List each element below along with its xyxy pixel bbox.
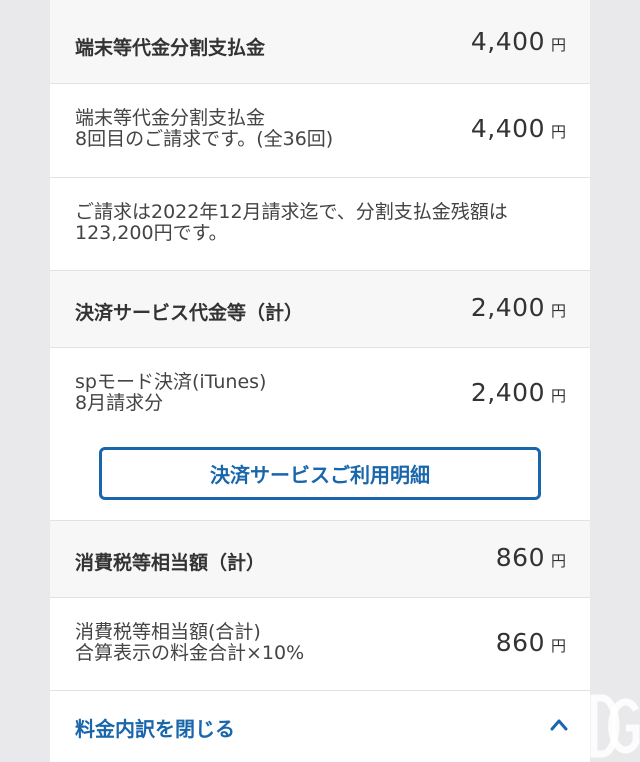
amount-value: 4,400 (470, 27, 545, 56)
device-installment-detail-label: 端末等代金分割支払金 8回目のご請求です。(全36回) (75, 107, 334, 150)
amount-value: 2,400 (470, 293, 545, 322)
currency-unit: 円 (550, 36, 566, 54)
chevron-up-icon[interactable] (550, 717, 568, 731)
payment-services-header-row: 決済サービス代金等（計） 2,400 円 (50, 271, 590, 348)
billing-detail-card: 端末等代金分割支払金 4,400 円 端末等代金分割支払金 8回目のご請求です。… (50, 0, 590, 762)
sp-mode-payment-label: spモード決済(iTunes) 8月請求分 (75, 371, 267, 414)
currency-unit: 円 (550, 302, 566, 320)
payment-service-usage-details-button[interactable]: 決済サービスご利用明細 (99, 447, 541, 500)
dg-watermark-logo (590, 694, 640, 758)
device-installment-detail-row: 端末等代金分割支払金 8回目のご請求です。(全36回) 4,400 円 (50, 84, 590, 178)
consumption-tax-header-label: 消費税等相当額（計） (75, 552, 266, 574)
payment-services-header-label: 決済サービス代金等（計） (75, 302, 304, 324)
consumption-tax-detail-label: 消費税等相当額(合計) 合算表示の料金合計×10% (75, 621, 305, 664)
currency-unit: 円 (550, 552, 566, 570)
consumption-tax-header-amount: 860 円 (496, 543, 566, 572)
consumption-tax-header-row: 消費税等相当額（計） 860 円 (50, 521, 590, 598)
device-installment-header-label: 端末等代金分割支払金 (75, 37, 266, 59)
device-installment-detail-amount: 4,400 円 (471, 114, 566, 143)
amount-value: 2,400 (470, 378, 545, 407)
close-breakdown-link[interactable]: 料金内訳を閉じる (75, 713, 235, 742)
consumption-tax-detail-amount: 860 円 (496, 628, 566, 657)
currency-unit: 円 (550, 637, 566, 655)
device-installment-header-row: 端末等代金分割支払金 4,400 円 (50, 0, 590, 84)
amount-value: 860 (495, 628, 545, 657)
currency-unit: 円 (550, 123, 566, 141)
consumption-tax-detail-row: 消費税等相当額(合計) 合算表示の料金合計×10% 860 円 (50, 598, 590, 691)
amount-value: 860 (495, 543, 545, 572)
installment-note-row: ご請求は2022年12月請求迄で、分割支払金残額は 123,200円です。 (50, 178, 590, 271)
payment-services-header-amount: 2,400 円 (471, 293, 566, 322)
sp-mode-payment-amount: 2,400 円 (471, 378, 566, 407)
amount-value: 4,400 (470, 114, 545, 143)
installment-balance-note: ご請求は2022年12月請求迄で、分割支払金残額は 123,200円です。 (75, 201, 508, 244)
currency-unit: 円 (550, 387, 566, 405)
device-installment-header-amount: 4,400 円 (471, 27, 566, 56)
